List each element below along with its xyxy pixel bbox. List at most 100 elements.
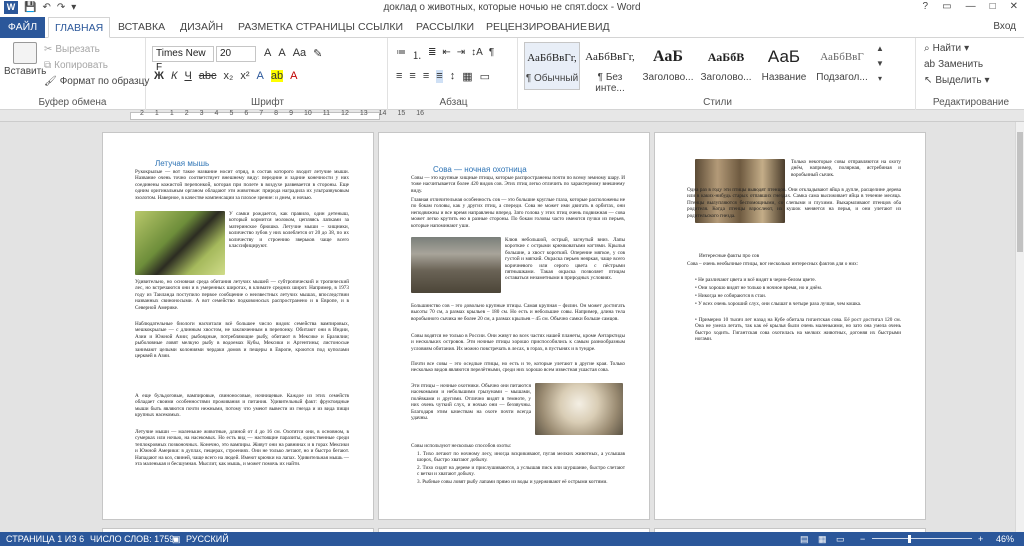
chevron-up-icon[interactable]: ▲	[876, 44, 884, 53]
increase-indent-button[interactable]: ⇥	[457, 47, 465, 62]
bat-photo[interactable]	[135, 211, 225, 275]
ribbon-display-button[interactable]: ▭	[942, 1, 951, 12]
zoom-out-button[interactable]: −	[860, 532, 865, 546]
select-button[interactable]: ↖ Выделить ▾	[924, 75, 990, 86]
decrease-indent-button[interactable]: ⇤	[442, 47, 450, 62]
tab-view[interactable]: ВИД	[582, 17, 616, 38]
font-group: Times New F 20 A A Aa ✎ Ж К Ч abc x₂ x² …	[148, 38, 388, 110]
page3-para3: Сова – очень необычные птицы, вот нескол…	[687, 261, 859, 267]
cut-button[interactable]: ✂ Вырезать	[44, 44, 100, 55]
paragraph-group-label: Абзац	[439, 97, 468, 108]
tab-design[interactable]: ДИЗАЙН	[174, 17, 229, 38]
more-styles-icon[interactable]: ▾	[878, 74, 882, 83]
style-no-spacing[interactable]: АаБбВвГг, ¶ Без инте...	[582, 42, 638, 94]
page-count[interactable]: СТРАНИЦА 1 ИЗ 6	[6, 532, 84, 546]
vertical-scrollbar[interactable]	[1015, 122, 1024, 532]
language-indicator[interactable]: РУССКИЙ	[186, 532, 229, 546]
style-heading-2[interactable]: АаБбВ Заголово...	[698, 42, 754, 90]
show-marks-button[interactable]: ¶	[489, 47, 494, 62]
page2-title: Сова — ночная охотница	[433, 165, 527, 174]
style-subtitle[interactable]: АаБбВвГ Подзагол...	[814, 42, 870, 90]
page2-list-item: 2. Тихо сидят на дереве и прислушиваются…	[417, 465, 625, 478]
horizontal-ruler[interactable]: 2 1 1 2 3 4 5 6 7 8 9 10 11 12 13 14 15 …	[0, 110, 1024, 122]
print-layout-icon[interactable]: ▦	[818, 532, 827, 546]
shrink-font-button[interactable]: A	[278, 47, 285, 60]
styles-group-label: Стили	[703, 97, 732, 108]
zoom-level[interactable]: 46%	[996, 532, 1014, 546]
clear-format-button[interactable]: ✎	[313, 47, 322, 60]
sign-in-link[interactable]: Вход	[993, 21, 1016, 32]
page3-subheading: Интересные факты про сов	[699, 253, 760, 259]
font-name-box[interactable]: Times New F	[152, 46, 214, 73]
document-workspace[interactable]: Летучая мышь Рукокрылые — вот такое назв…	[0, 122, 1024, 532]
text-effects-button[interactable]: A	[256, 70, 263, 82]
page-1[interactable]: Летучая мышь Рукокрылые — вот такое назв…	[102, 132, 374, 520]
tab-mailings[interactable]: РАССЫЛКИ	[410, 17, 480, 38]
tab-page-layout[interactable]: РАЗМЕТКА СТРАНИЦЫ	[232, 17, 361, 38]
subscript-button[interactable]: x₂	[224, 70, 234, 82]
page3-list-item: • У всех очень хороший слух, они слышат …	[695, 301, 862, 307]
grow-font-button[interactable]: A	[264, 47, 271, 60]
sort-button[interactable]: ↕A	[471, 47, 483, 62]
style-normal[interactable]: АаБбВвГг, ¶ Обычный	[524, 42, 580, 90]
styles-scroll[interactable]: ▲ ▼ ▾	[876, 44, 884, 83]
tab-file[interactable]: ФАЙЛ	[0, 17, 45, 38]
minimize-button[interactable]: —	[966, 1, 976, 12]
tab-home[interactable]: ГЛАВНАЯ	[48, 17, 111, 38]
superscript-button[interactable]: x²	[240, 70, 249, 82]
page2-para3: Клюв небольшой, острый, загнутый вниз. Л…	[505, 237, 625, 282]
chevron-down-icon[interactable]: ▼	[876, 59, 884, 68]
tab-insert[interactable]: ВСТАВКА	[112, 17, 171, 38]
page2-para2: Главная отличительная особенность сов — …	[411, 197, 625, 229]
italic-button[interactable]: К	[171, 70, 177, 82]
paste-button[interactable]: Вставить	[4, 42, 46, 77]
style-title[interactable]: АаБ Название	[756, 42, 812, 90]
bullets-button[interactable]: ≔	[396, 47, 406, 62]
borders-button[interactable]: ▭	[480, 70, 490, 83]
align-center-button[interactable]: ≡	[409, 70, 415, 83]
copy-icon: ⧉	[44, 60, 52, 71]
format-painter-button[interactable]: 🖌 Формат по образцу	[44, 76, 149, 87]
find-button[interactable]: ⌕ Найти ▾	[924, 43, 969, 54]
font-color-button[interactable]: A	[290, 70, 297, 82]
zoom-slider[interactable]	[872, 538, 972, 539]
change-case-button[interactable]: Aa	[293, 47, 306, 60]
page3-para1: Только некоторые совы отправляются на ох…	[791, 159, 901, 178]
style-heading-1[interactable]: АаБ Заголово...	[640, 42, 696, 90]
highlight-button[interactable]: ab	[270, 70, 284, 82]
page-2[interactable]: Сова — ночная охотница Совы — это крупны…	[378, 132, 650, 520]
align-left-button[interactable]: ≡	[396, 70, 402, 83]
replace-button[interactable]: ab Заменить	[924, 59, 983, 70]
strikethrough-button[interactable]: abc	[199, 70, 217, 82]
tab-references[interactable]: ССЫЛКИ	[352, 17, 409, 38]
owls-photo[interactable]	[411, 237, 501, 293]
proofing-icon[interactable]: ▣	[172, 532, 181, 546]
tab-review[interactable]: РЕЦЕНЗИРОВАНИЕ	[480, 17, 593, 38]
multilevel-list-button[interactable]: ≣	[428, 47, 436, 62]
read-mode-icon[interactable]: ▤	[800, 532, 809, 546]
copy-button[interactable]: ⧉ Копировать	[44, 60, 108, 71]
page1-para2: У самки рождается, как правило, один дет…	[229, 211, 349, 250]
page2-para6: Почти все совы – это оседлые птицы, но е…	[411, 361, 625, 374]
owl-photo[interactable]	[535, 383, 623, 435]
bold-button[interactable]: Ж	[154, 70, 164, 82]
font-size-box[interactable]: 20	[216, 46, 256, 62]
numbering-button[interactable]: ⒈	[412, 47, 422, 62]
font-row1: A A Aa ✎	[264, 47, 322, 60]
line-spacing-button[interactable]: ↕	[450, 70, 456, 83]
zoom-in-button[interactable]: +	[978, 532, 983, 546]
justify-button[interactable]: ≡	[436, 70, 443, 83]
underline-button[interactable]: Ч	[184, 70, 191, 82]
align-right-button[interactable]: ≡	[423, 70, 429, 83]
word-count[interactable]: ЧИСЛО СЛОВ: 1759	[90, 532, 174, 546]
shading-button[interactable]: ▦	[462, 70, 472, 83]
zoom-slider-thumb[interactable]	[908, 535, 911, 543]
maximize-button[interactable]: □	[990, 1, 996, 12]
window-title: доклад о животных, которые ночью не спят…	[383, 2, 641, 13]
web-layout-icon[interactable]: ▭	[836, 532, 845, 546]
close-button[interactable]: ✕	[1010, 1, 1018, 12]
brush-icon: 🖌	[44, 76, 57, 87]
help-button[interactable]: ?	[923, 1, 929, 12]
scrollbar-thumb[interactable]	[1017, 132, 1023, 252]
page-3[interactable]: Только некоторые совы отправляются на ох…	[654, 132, 926, 520]
